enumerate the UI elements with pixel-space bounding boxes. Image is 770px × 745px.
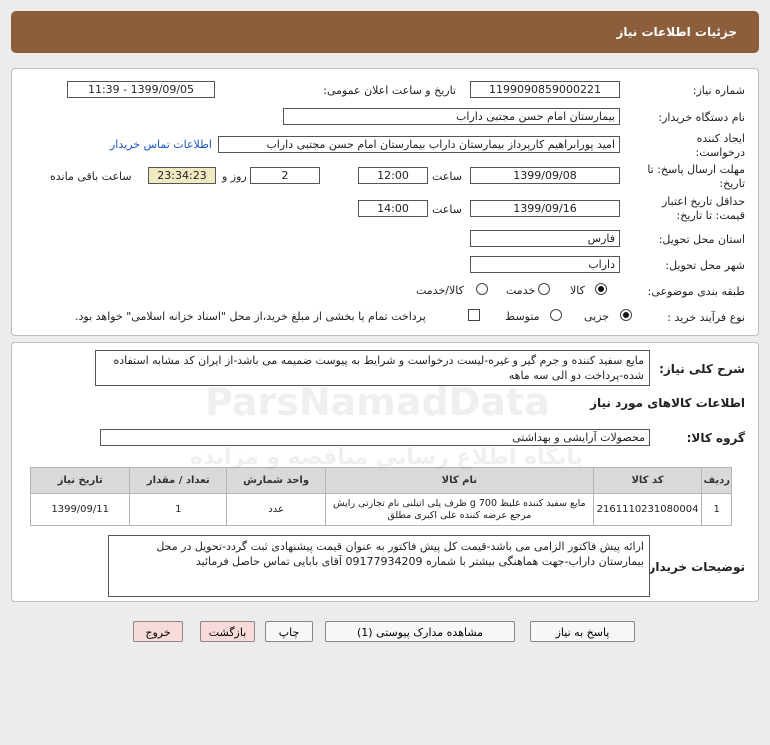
table-row: 1 2161110231080004 مایع سفید کننده غلیظ … [29,493,732,526]
validity-time-field: 14:00 [358,200,428,217]
buyer-contact-link[interactable]: اطلاعات تماس خریدار [110,138,212,151]
category-label: طبقه بندی موضوعی: [647,285,745,298]
summary-text: مایع سفید کننده و جرم گیر و غیره-لیست در… [113,354,644,382]
deadline-label: مهلت ارسال پاسخ: تا تاریخ: [647,163,745,190]
col-date: تاریخ نیاز [29,467,131,494]
requester-label: ایجاد کننده درخواست: [695,132,745,159]
summary-box: مایع سفید کننده و جرم گیر و غیره-لیست در… [95,350,650,386]
col-row: ردیف [701,467,732,494]
title-bar: جزئیات اطلاعات نیاز [11,11,759,53]
category-radio-goods[interactable] [595,283,607,295]
process-radio-medium[interactable] [550,309,562,321]
reply-button[interactable]: پاسخ به نیاز [530,621,635,642]
province-field: فارس [470,230,620,247]
goods-table-header: ردیف کد کالا نام کالا واحد شمارش تعداد /… [29,467,732,494]
col-unit: واحد شمارش [226,467,327,494]
days-label: روز و [222,170,247,183]
need-number-label: شماره نیاز: [692,84,745,97]
announce-field: 1399/09/05 - 11:39 [67,81,215,98]
need-number-field: 1199090859000221 [470,81,620,98]
category-radio-service[interactable] [538,283,550,295]
category-option-service: خدمت [506,284,536,297]
city-label: شهر محل تحویل: [665,259,745,272]
goods-table: ردیف کد کالا نام کالا واحد شمارش تعداد /… [29,467,732,526]
days-field: 2 [250,167,320,184]
buyer-notes-box: ارائه پیش فاکتور الزامی می باشد-قیمت کل … [108,535,650,597]
process-label: نوع فرآیند خرید : [667,311,745,324]
goods-group-field: محصولات آرایشی و بهداشتی [100,429,650,446]
col-code: کد کالا [592,467,703,494]
cell-date: 1399/09/11 [29,493,131,526]
deadline-time-label: ساعت [432,170,462,183]
attachments-button[interactable]: مشاهده مدارک پیوستی (1) [325,621,515,642]
buyer-notes-text: ارائه پیش فاکتور الزامی می باشد-قیمت کل … [156,540,644,568]
requester-field: امید پورابراهیم کارپرداز بیمارستان داراب… [218,136,620,153]
summary-label: شرح کلی نیاز: [659,362,745,376]
cell-unit: عدد [226,493,327,526]
payment-note: پرداخت تمام یا بخشی از مبلغ خرید،از محل … [75,310,426,323]
cell-row: 1 [701,493,732,526]
buyer-field: بیمارستان امام حسن مجتبی داراب [283,108,620,125]
province-label: استان محل تحویل: [658,233,745,246]
treasury-checkbox[interactable] [468,309,480,321]
buyer-label: نام دستگاه خریدار: [658,111,745,124]
cell-name: مایع سفید کننده غلیظ 700 g ظرف پلی اتیلن… [325,493,594,526]
category-option-goods-service: کالا/خدمت [416,284,464,297]
validity-label: حداقل تاریخ اعتبار قیمت: تا تاریخ: [661,195,745,222]
cell-qty: 1 [129,493,228,526]
city-field: داراب [470,256,620,273]
cell-code: 2161110231080004 [592,493,703,526]
validity-time-label: ساعت [432,203,462,216]
remaining-time-field: 23:34:23 [148,167,216,184]
page-title: جزئیات اطلاعات نیاز [616,25,737,39]
category-option-goods: کالا [570,284,585,297]
buyer-notes-label: توضیحات خریدار: [643,560,745,574]
deadline-date-field: 1399/09/08 [470,167,620,184]
goods-section-title: اطلاعات کالاهای مورد نیاز [590,396,745,410]
deadline-time-field: 12:00 [358,167,428,184]
category-radio-goods-service[interactable] [476,283,488,295]
exit-button[interactable]: خروج [133,621,183,642]
validity-date-field: 1399/09/16 [470,200,620,217]
process-option-medium: متوسط [505,310,540,323]
process-radio-minor[interactable] [620,309,632,321]
goods-group-label: گروه کالا: [686,431,745,445]
announce-label: تاریخ و ساعت اعلان عمومی: [323,84,456,97]
process-option-minor: جزیی [584,310,610,323]
back-button[interactable]: بازگشت [200,621,255,642]
col-name: نام کالا [325,467,594,494]
print-button[interactable]: چاپ [265,621,313,642]
remaining-label: ساعت باقی مانده [50,170,132,183]
col-qty: تعداد / مقدار [129,467,228,494]
